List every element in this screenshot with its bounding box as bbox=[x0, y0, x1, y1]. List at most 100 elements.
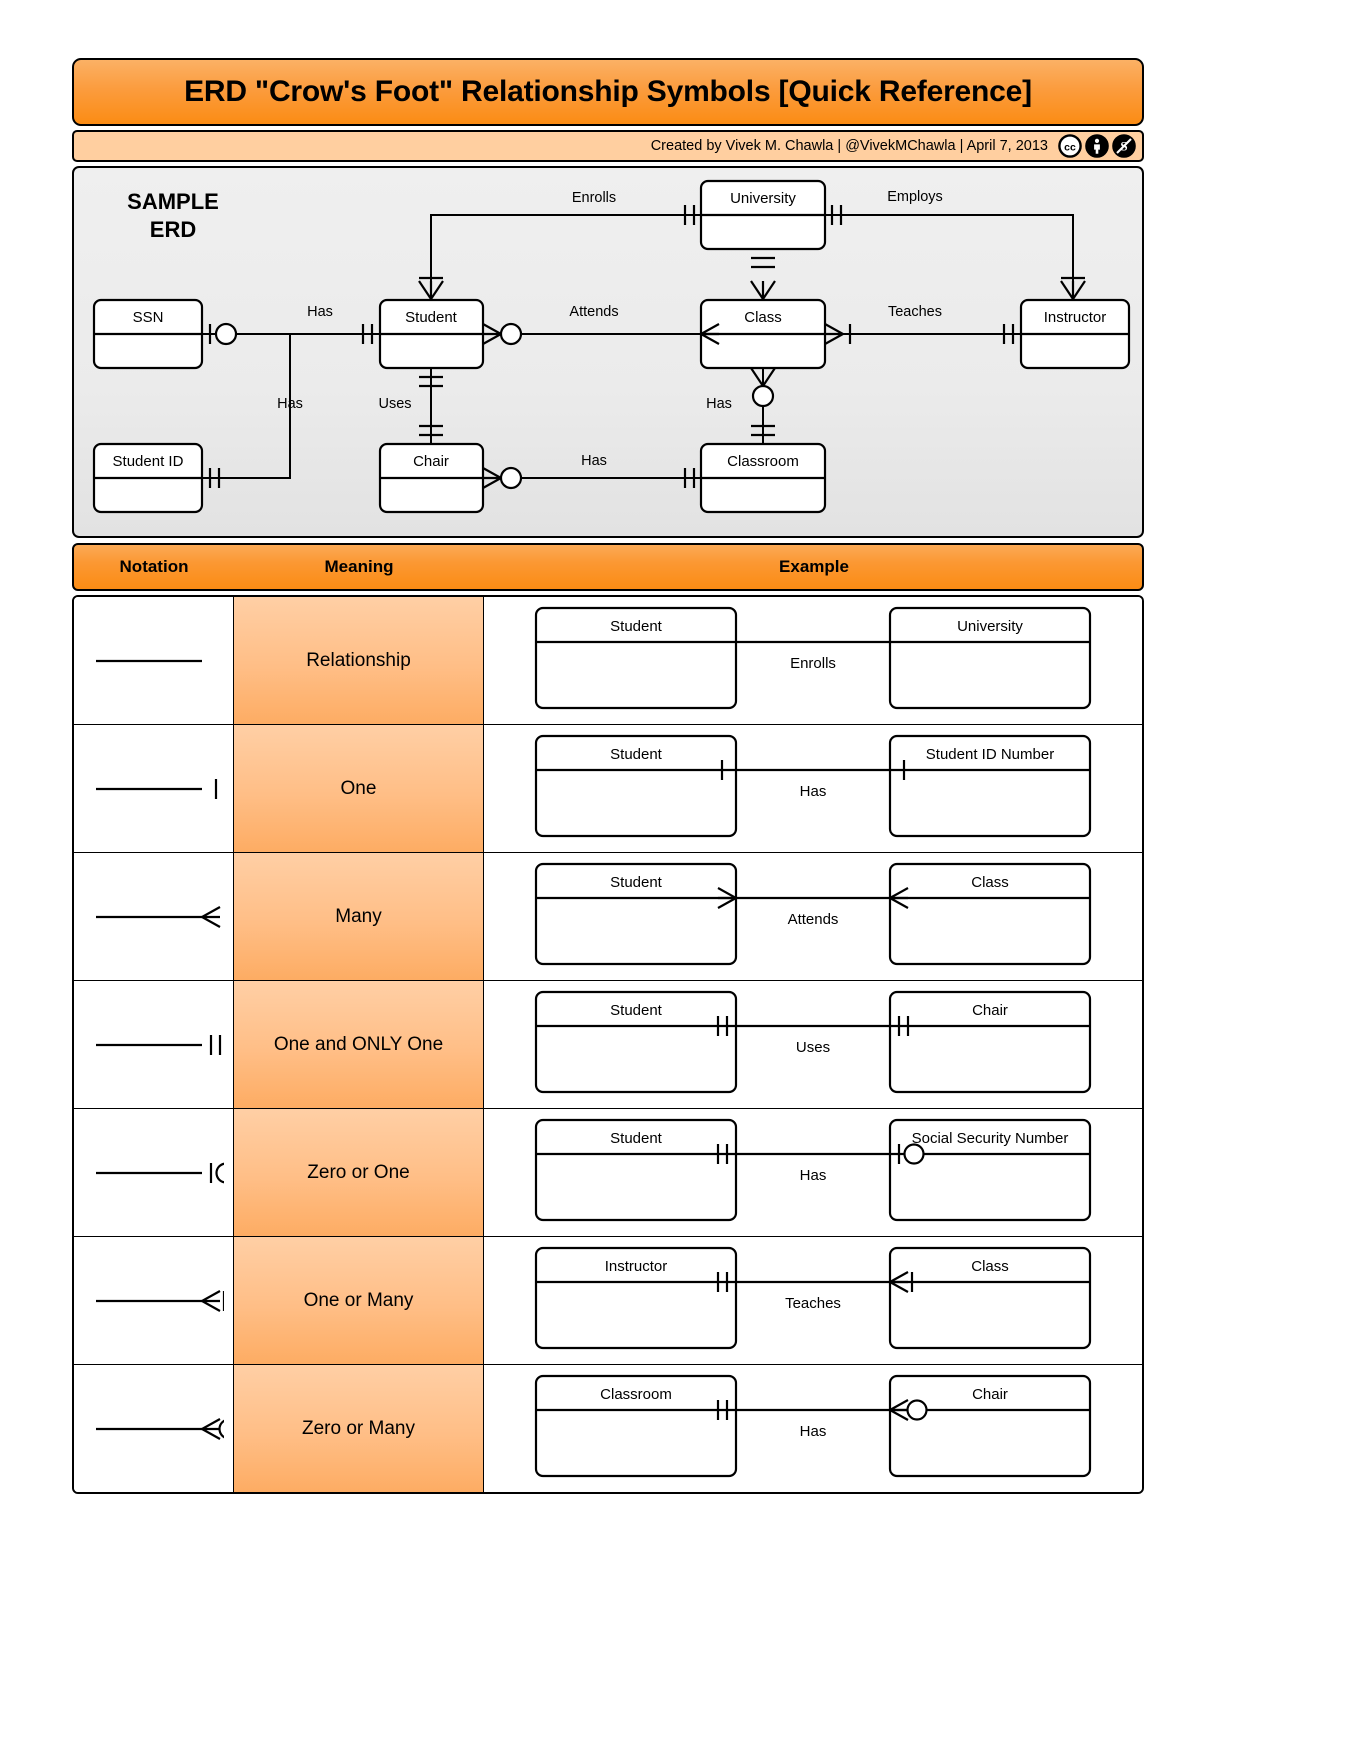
example-entity: Student ID Number bbox=[888, 734, 1092, 838]
svg-text:Student: Student bbox=[610, 1130, 663, 1147]
erd-rel-label: Attends bbox=[569, 304, 618, 320]
example-entity: Class bbox=[888, 862, 1092, 966]
table-row: One Student Student ID Number Has bbox=[74, 725, 1142, 853]
erd-entity-chair: Chair bbox=[378, 442, 485, 514]
erd-rel-label: Teaches bbox=[888, 304, 942, 320]
erd-entity-instructor: Instructor bbox=[1019, 298, 1131, 370]
meaning-cell: One or Many bbox=[234, 1237, 484, 1364]
svg-text:Attends: Attends bbox=[788, 911, 839, 928]
notation-table-body: Relationship Student University Enrolls O… bbox=[72, 595, 1144, 1494]
svg-text:Has: Has bbox=[800, 1423, 827, 1440]
page-title: ERD "Crow's Foot" Relationship Symbols [… bbox=[184, 75, 1032, 108]
svg-text:Student: Student bbox=[610, 618, 663, 635]
erd-rel-label: Has bbox=[706, 396, 732, 412]
zero-or-many-symbol-icon bbox=[95, 1417, 224, 1440]
svg-text:Chair: Chair bbox=[972, 1002, 1008, 1019]
credit-text: Created by Vivek M. Chawla | @VivekMChaw… bbox=[650, 138, 1048, 154]
svg-text:cc: cc bbox=[1064, 141, 1076, 153]
svg-text:Has: Has bbox=[800, 783, 827, 800]
example-cell: Classroom Chair Has bbox=[484, 1365, 1142, 1492]
meaning-cell: Many bbox=[234, 853, 484, 980]
svg-text:University: University bbox=[957, 618, 1023, 635]
svg-text:Chair: Chair bbox=[413, 453, 449, 470]
example-entity: Student bbox=[534, 606, 738, 710]
svg-text:Student ID: Student ID bbox=[113, 453, 184, 470]
erd-entity-student-id: Student ID bbox=[92, 442, 204, 514]
sample-erd-panel: SAMPLE ERD .ebox { fill:#ffffff; stroke:… bbox=[72, 166, 1144, 538]
erd-symbol-university-class bbox=[751, 256, 775, 269]
one-or-many-symbol-icon bbox=[95, 1289, 224, 1312]
example-entity: Classroom bbox=[534, 1374, 738, 1478]
svg-text:Social Security Number: Social Security Number bbox=[912, 1130, 1069, 1147]
erd-rel-label: Has bbox=[307, 304, 333, 320]
svg-text:Class: Class bbox=[744, 309, 782, 326]
erd-rel-label: Enrolls bbox=[572, 190, 616, 206]
column-header-meaning: Meaning bbox=[324, 557, 394, 576]
svg-text:Classroom: Classroom bbox=[600, 1386, 672, 1403]
example-entity: Chair bbox=[888, 990, 1092, 1094]
erd-symbol-student-attends bbox=[482, 322, 523, 346]
example-entity: Student bbox=[534, 734, 738, 838]
svg-text:Student: Student bbox=[610, 874, 663, 891]
example-entity: Class bbox=[888, 1246, 1092, 1350]
one-symbol-icon bbox=[95, 778, 217, 799]
table-row: Zero or Many Classroom Chair Has bbox=[74, 1365, 1142, 1492]
svg-text:Chair: Chair bbox=[972, 1386, 1008, 1403]
svg-text:Student ID Number: Student ID Number bbox=[926, 746, 1054, 763]
example-entity: Student bbox=[534, 862, 738, 966]
example-cell: Student University Enrolls bbox=[484, 597, 1142, 724]
erd-rel-label: Has bbox=[277, 396, 303, 412]
table-row: Many Student Class Attends bbox=[74, 853, 1142, 981]
example-entity: Instructor bbox=[534, 1246, 738, 1350]
table-row: Zero or One Student Social Security Numb… bbox=[74, 1109, 1142, 1237]
credit-bar: Created by Vivek M. Chawla | @VivekMChaw… bbox=[72, 130, 1144, 162]
title-bar: ERD "Crow's Foot" Relationship Symbols [… bbox=[72, 58, 1144, 126]
erd-entity-student: Student bbox=[378, 298, 485, 370]
erd-symbol-class-university bbox=[750, 280, 776, 301]
example-entity: Student bbox=[534, 990, 738, 1094]
svg-text:Class: Class bbox=[971, 1258, 1009, 1275]
erd-entity-university: University bbox=[699, 179, 827, 251]
example-entity: Student bbox=[534, 1118, 738, 1222]
zero-or-one-symbol-icon bbox=[95, 1162, 224, 1183]
svg-text:Class: Class bbox=[971, 874, 1009, 891]
erd-symbol-chair-has bbox=[482, 466, 523, 490]
svg-text:Teaches: Teaches bbox=[785, 1295, 841, 1312]
meaning-cell: Zero or One bbox=[234, 1109, 484, 1236]
example-cell: Student Chair Uses bbox=[484, 981, 1142, 1108]
svg-text:University: University bbox=[730, 190, 796, 207]
example-cell: Student Class Attends bbox=[484, 853, 1142, 980]
example-entity: University bbox=[888, 606, 1092, 710]
column-header-example: Example bbox=[779, 557, 849, 576]
creative-commons-badges: cc S bbox=[1058, 134, 1136, 158]
example-cell: Instructor Class Teaches bbox=[484, 1237, 1142, 1364]
notation-cell-one bbox=[74, 725, 234, 852]
erd-entity-class: Class bbox=[699, 298, 827, 370]
table-row: One or Many Instructor Class Teaches bbox=[74, 1237, 1142, 1365]
svg-text:Enrolls: Enrolls bbox=[790, 655, 836, 672]
cc-nc-badge-icon: S bbox=[1112, 134, 1136, 158]
table-row: One and ONLY One Student Chair Uses bbox=[74, 981, 1142, 1109]
notation-cell-zero-or-many bbox=[74, 1365, 234, 1492]
page-root: ERD "Crow's Foot" Relationship Symbols [… bbox=[0, 0, 1360, 1760]
reference-sheet: ERD "Crow's Foot" Relationship Symbols [… bbox=[72, 58, 1144, 1494]
erd-symbol-instructor-employs bbox=[1060, 276, 1086, 301]
erd-rel-label: Uses bbox=[378, 396, 411, 412]
erd-rel-label: Employs bbox=[887, 189, 943, 205]
svg-text:Student: Student bbox=[610, 1002, 663, 1019]
notation-cell-many bbox=[74, 853, 234, 980]
sample-erd-diagram: .ebox { fill:#ffffff; stroke:#000; strok… bbox=[92, 179, 1131, 514]
cc-badge-icon: cc bbox=[1058, 134, 1082, 158]
many-symbol-icon bbox=[95, 905, 221, 928]
erd-symbol-student-enrolls bbox=[418, 276, 444, 301]
table-row: Relationship Student University Enrolls bbox=[74, 597, 1142, 725]
table-header-row: Notation Meaning Example bbox=[72, 543, 1144, 591]
cc-by-badge-icon bbox=[1085, 134, 1109, 158]
svg-text:Student: Student bbox=[610, 746, 663, 763]
meaning-cell: Zero or Many bbox=[234, 1365, 484, 1492]
one-only-one-symbol-icon bbox=[95, 1034, 221, 1055]
notation-cell-one-only-one bbox=[74, 981, 234, 1108]
svg-text:Instructor: Instructor bbox=[1044, 309, 1107, 326]
svg-text:Student: Student bbox=[405, 309, 458, 326]
erd-entity-ssn: SSN bbox=[92, 298, 204, 370]
